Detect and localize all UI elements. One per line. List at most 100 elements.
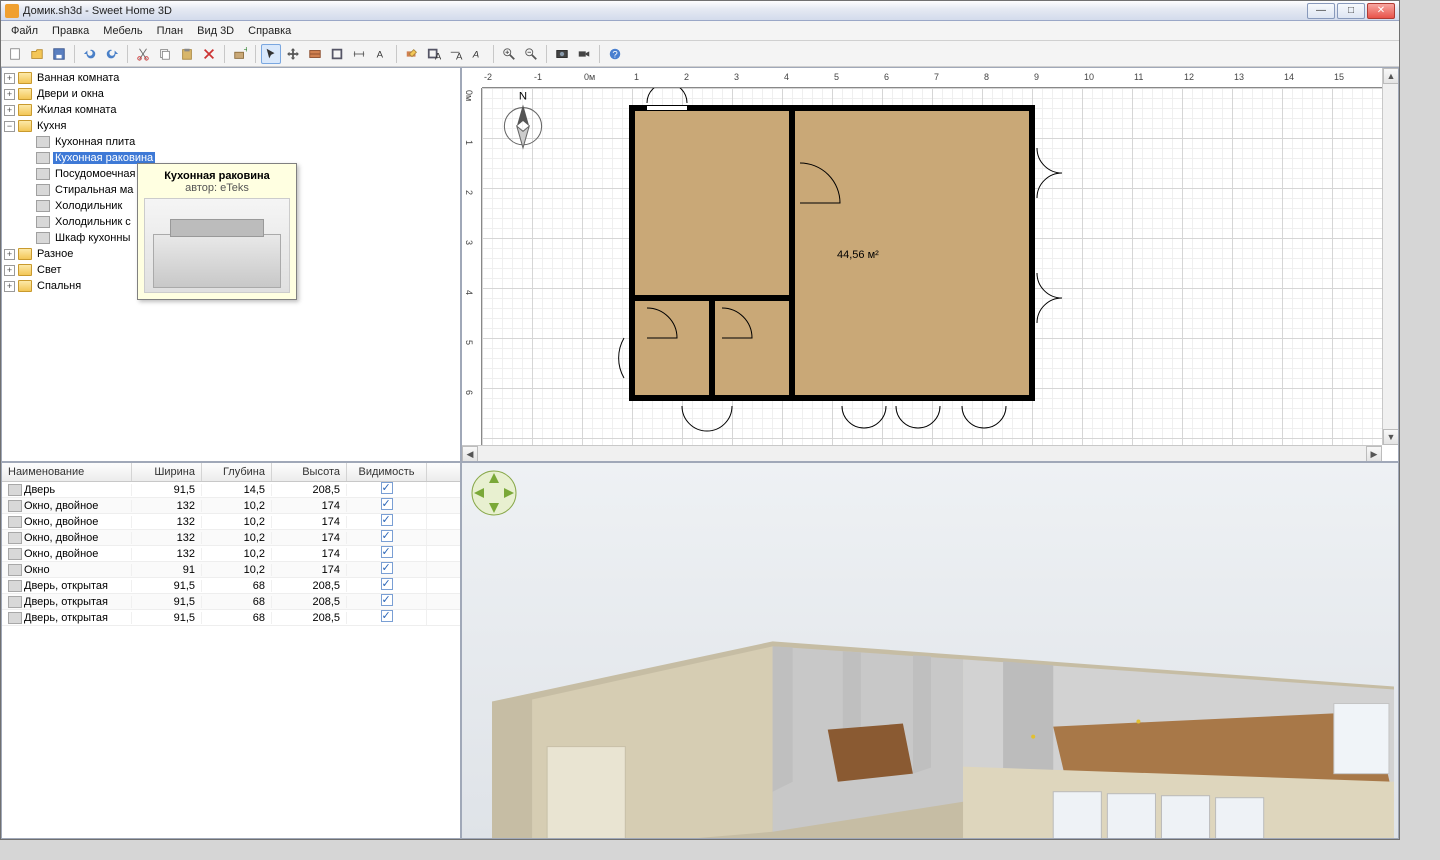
text-edit-button[interactable]: A bbox=[468, 44, 488, 64]
zoom-out-button[interactable] bbox=[521, 44, 541, 64]
catalog-group[interactable]: + Ванная комната bbox=[4, 70, 458, 86]
visibility-checkbox[interactable] bbox=[381, 594, 393, 606]
table-row[interactable]: Окно9110,2174 bbox=[2, 562, 460, 578]
zoom-in-button[interactable] bbox=[499, 44, 519, 64]
select-button[interactable] bbox=[261, 44, 281, 64]
col-depth[interactable]: Глубина bbox=[202, 463, 272, 481]
group-label: Ванная комната bbox=[35, 72, 121, 84]
table-header[interactable]: Наименование Ширина Глубина Высота Видим… bbox=[2, 463, 460, 482]
visibility-checkbox[interactable] bbox=[381, 610, 393, 622]
expand-icon[interactable]: + bbox=[4, 105, 15, 116]
paste-button[interactable] bbox=[177, 44, 197, 64]
menu-3d[interactable]: Вид 3D bbox=[191, 23, 240, 39]
visibility-checkbox[interactable] bbox=[381, 578, 393, 590]
floor-plan[interactable]: 44,56 м² bbox=[482, 88, 1382, 448]
main-split: + Ванная комната +Двери и окна+Жилая комна… bbox=[1, 67, 1399, 839]
visibility-checkbox[interactable] bbox=[381, 514, 393, 526]
photo-button[interactable] bbox=[552, 44, 572, 64]
scroll-left-button[interactable]: ◀ bbox=[462, 446, 478, 462]
expand-icon[interactable]: + bbox=[4, 265, 15, 276]
catalog-pane[interactable]: + Ванная комната +Двери и окна+Жилая комна… bbox=[1, 67, 461, 462]
menu-help[interactable]: Справка bbox=[242, 23, 297, 39]
menu-file[interactable]: Файл bbox=[5, 23, 44, 39]
close-button[interactable]: ✕ bbox=[1367, 3, 1395, 19]
furniture-table-pane[interactable]: Наименование Ширина Глубина Высота Видим… bbox=[1, 462, 461, 839]
col-visibility[interactable]: Видимость bbox=[347, 463, 427, 481]
catalog-group[interactable]: +Двери и окна bbox=[4, 86, 458, 102]
new-button[interactable] bbox=[5, 44, 25, 64]
table-row[interactable]: Дверь, открытая91,568208,5 bbox=[2, 578, 460, 594]
wall-button[interactable] bbox=[305, 44, 325, 64]
dim-edit-button[interactable]: A bbox=[446, 44, 466, 64]
copy-button[interactable] bbox=[155, 44, 175, 64]
cell-height: 174 bbox=[272, 548, 347, 560]
scroll-right-button[interactable]: ▶ bbox=[1366, 446, 1382, 462]
minimize-button[interactable]: — bbox=[1307, 3, 1335, 19]
help-button[interactable]: ? bbox=[605, 44, 625, 64]
text-button[interactable]: A bbox=[371, 44, 391, 64]
cell-height: 174 bbox=[272, 516, 347, 528]
expand-icon[interactable]: − bbox=[4, 121, 15, 132]
plan-scrollbar-horizontal[interactable]: ◀ ▶ bbox=[462, 445, 1382, 461]
visibility-checkbox[interactable] bbox=[381, 530, 393, 542]
furniture-icon bbox=[36, 184, 50, 196]
add-furniture-button[interactable]: + bbox=[230, 44, 250, 64]
cell-width: 132 bbox=[132, 532, 202, 544]
catalog-group[interactable]: +Жилая комната bbox=[4, 102, 458, 118]
table-row[interactable]: Окно, двойное13210,2174 bbox=[2, 530, 460, 546]
ruler-tick: 5 bbox=[834, 72, 839, 82]
menu-plan[interactable]: План bbox=[151, 23, 190, 39]
table-row[interactable]: Дверь, открытая91,568208,5 bbox=[2, 594, 460, 610]
open-button[interactable] bbox=[27, 44, 47, 64]
wall-edit-button[interactable] bbox=[402, 44, 422, 64]
menubar: Файл Правка Мебель План Вид 3D Справка bbox=[1, 21, 1399, 41]
scroll-down-button[interactable]: ▼ bbox=[1383, 429, 1399, 445]
row-icon bbox=[8, 500, 22, 512]
room-button[interactable] bbox=[327, 44, 347, 64]
col-name[interactable]: Наименование bbox=[2, 463, 132, 481]
pan-button[interactable] bbox=[283, 44, 303, 64]
plan-scrollbar-vertical[interactable]: ▲ ▼ bbox=[1382, 68, 1398, 445]
cut-button[interactable] bbox=[133, 44, 153, 64]
ruler-tick: -1 bbox=[534, 72, 542, 82]
plan-pane[interactable]: -2-10м12345678910111213141516 0м123456 N bbox=[461, 67, 1399, 462]
3d-view-pane[interactable] bbox=[461, 462, 1399, 839]
delete-button[interactable] bbox=[199, 44, 219, 64]
ruler-tick: 0м bbox=[464, 90, 474, 101]
visibility-checkbox[interactable] bbox=[381, 498, 393, 510]
scroll-up-button[interactable]: ▲ bbox=[1383, 68, 1399, 84]
expand-icon[interactable]: + bbox=[4, 89, 15, 100]
svg-text:A: A bbox=[456, 51, 463, 61]
titlebar[interactable]: Домик.sh3d - Sweet Home 3D — □ ✕ bbox=[1, 1, 1399, 21]
catalog-group[interactable]: −Кухня bbox=[4, 118, 458, 134]
save-button[interactable] bbox=[49, 44, 69, 64]
expand-icon[interactable]: + bbox=[4, 73, 15, 84]
table-row[interactable]: Окно, двойное13210,2174 bbox=[2, 514, 460, 530]
cell-height: 208,5 bbox=[272, 612, 347, 624]
expand-icon[interactable]: + bbox=[4, 281, 15, 292]
undo-button[interactable] bbox=[80, 44, 100, 64]
table-row[interactable]: Окно, двойное13210,2174 bbox=[2, 546, 460, 562]
item-label: Холодильник bbox=[53, 200, 124, 212]
visibility-checkbox[interactable] bbox=[381, 562, 393, 574]
visibility-checkbox[interactable] bbox=[381, 482, 393, 494]
table-row[interactable]: Дверь, открытая91,568208,5 bbox=[2, 610, 460, 626]
dimension-button[interactable] bbox=[349, 44, 369, 64]
cell-depth: 68 bbox=[202, 580, 272, 592]
menu-furniture[interactable]: Мебель bbox=[97, 23, 148, 39]
maximize-button[interactable]: □ bbox=[1337, 3, 1365, 19]
3d-render[interactable] bbox=[492, 471, 1394, 839]
col-height[interactable]: Высота bbox=[272, 463, 347, 481]
room-edit-button[interactable]: A bbox=[424, 44, 444, 64]
redo-button[interactable] bbox=[102, 44, 122, 64]
video-button[interactable] bbox=[574, 44, 594, 64]
visibility-checkbox[interactable] bbox=[381, 546, 393, 558]
expand-icon[interactable]: + bbox=[4, 249, 15, 260]
table-row[interactable]: Окно, двойное13210,2174 bbox=[2, 498, 460, 514]
catalog-item[interactable]: Кухонная плита bbox=[22, 134, 458, 150]
svg-text:?: ? bbox=[612, 49, 617, 60]
menu-edit[interactable]: Правка bbox=[46, 23, 95, 39]
ruler-tick: 1 bbox=[464, 140, 474, 145]
table-row[interactable]: Дверь91,514,5208,5 bbox=[2, 482, 460, 498]
col-width[interactable]: Ширина bbox=[132, 463, 202, 481]
